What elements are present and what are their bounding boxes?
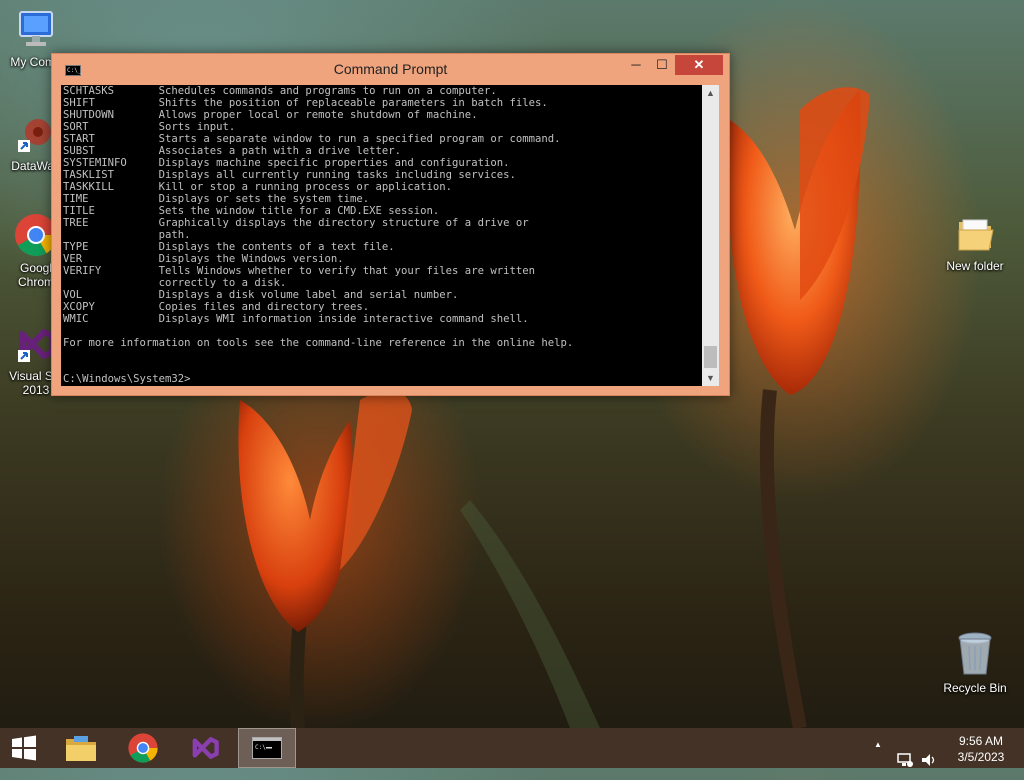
- taskbar-visual-studio[interactable]: [176, 728, 234, 768]
- console-line: VER Displays the Windows version.: [63, 253, 344, 265]
- volume-icon[interactable]: [920, 740, 938, 780]
- window-titlebar[interactable]: C:\_ Command Prompt ─ ☐ ✕: [52, 54, 729, 84]
- chrome-icon: [128, 733, 158, 763]
- desktop-icon-label: New folder: [946, 259, 1004, 273]
- console-line: TIME Displays or sets the system time.: [63, 193, 370, 205]
- desktop-icon-label: Recycle Bin: [943, 681, 1007, 695]
- console-line: path.: [63, 229, 191, 241]
- console-line: XCOPY Copies files and directory trees.: [63, 301, 370, 313]
- console-line: SORT Sorts input.: [63, 121, 236, 133]
- console-line: C:\Windows\System32>: [63, 373, 191, 385]
- console-line: SCHTASKS Schedules commands and programs…: [63, 85, 497, 97]
- desktop-icon-new-folder[interactable]: New folder: [937, 212, 1013, 273]
- maximize-button[interactable]: ☐: [649, 55, 675, 75]
- svg-text:C:\: C:\: [255, 744, 266, 751]
- scroll-up-button[interactable]: ▲: [702, 85, 719, 101]
- console-line: VERIFY Tells Windows whether to verify t…: [63, 265, 535, 277]
- scroll-down-button[interactable]: ▼: [702, 370, 719, 386]
- taskbar-clock[interactable]: 9:56 AM 3/5/2023: [948, 733, 1014, 765]
- console-line: SHIFT Shifts the position of replaceable…: [63, 97, 548, 109]
- clock-time: 9:56 AM: [958, 734, 1004, 748]
- start-button[interactable]: [0, 728, 48, 768]
- recycle-bin-icon: [958, 632, 992, 675]
- network-icon[interactable]: [896, 740, 914, 780]
- console-line: VOL Displays a disk volume label and ser…: [63, 289, 459, 301]
- console-line: TITLE Sets the window title for a CMD.EX…: [63, 205, 440, 217]
- file-explorer-icon: [66, 736, 96, 761]
- console-line: SHUTDOWN Allows proper local or remote s…: [63, 109, 478, 121]
- console-line: WMIC Displays WMI information inside int…: [63, 313, 529, 325]
- minimize-button[interactable]: ─: [623, 55, 649, 75]
- close-button[interactable]: ✕: [675, 55, 723, 75]
- console-line: START Starts a separate window to run a …: [63, 133, 561, 145]
- taskbar-command-prompt[interactable]: C:\: [238, 728, 296, 768]
- console-line: SUBST Associates a path with a drive let…: [63, 145, 402, 157]
- console-line: TREE Graphically displays the directory …: [63, 217, 529, 229]
- console-line: TASKKILL Kill or stop a running process …: [63, 181, 453, 193]
- desktop-icon-recycle-bin[interactable]: Recycle Bin: [937, 630, 1013, 695]
- folder-icon: [958, 219, 994, 251]
- scroll-thumb[interactable]: [704, 346, 717, 368]
- computer-icon: [19, 11, 53, 46]
- windows-logo-icon: [12, 735, 36, 761]
- taskbar-file-explorer[interactable]: [52, 728, 110, 768]
- taskbar: C:\ ▲ 9:56 AM 3/5/2023: [0, 728, 1024, 768]
- console-line: TYPE Displays the contents of a text fil…: [63, 241, 395, 253]
- command-prompt-window[interactable]: C:\_ Command Prompt ─ ☐ ✕ SCHTASKS Sched…: [51, 53, 730, 396]
- visual-studio-icon: [192, 737, 219, 759]
- console-line: SYSTEMINFO Displays machine specific pro…: [63, 157, 510, 169]
- vertical-scrollbar[interactable]: ▲ ▼: [702, 85, 719, 386]
- console-line: For more information on tools see the co…: [63, 337, 574, 349]
- console-line: correctly to a disk.: [63, 277, 287, 289]
- cmd-icon: C:\: [252, 737, 282, 759]
- show-hidden-icons-button[interactable]: ▲: [874, 740, 882, 780]
- taskbar-chrome[interactable]: [114, 728, 172, 768]
- console-line: TASKLIST Displays all currently running …: [63, 169, 516, 181]
- console-area[interactable]: SCHTASKS Schedules commands and programs…: [61, 85, 719, 386]
- clock-date: 3/5/2023: [957, 750, 1005, 764]
- console-output[interactable]: SCHTASKS Schedules commands and programs…: [63, 85, 703, 386]
